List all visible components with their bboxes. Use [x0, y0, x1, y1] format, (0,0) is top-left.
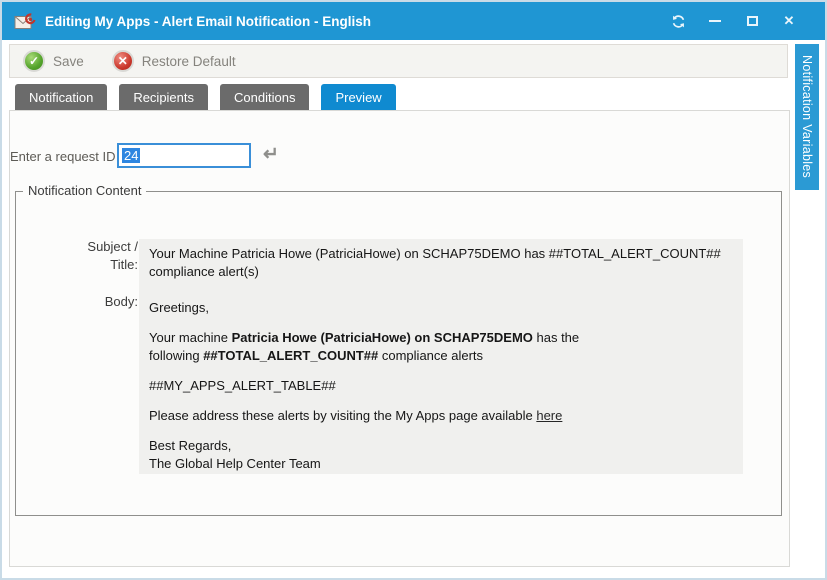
close-button[interactable]: ✕ — [781, 13, 797, 29]
body-machine-line1: Your machine Patricia Howe (PatriciaHowe… — [149, 329, 733, 347]
close-icon: ✕ — [784, 13, 795, 29]
tab-notification[interactable]: Notification — [15, 84, 107, 110]
body-alert-count-variable: ##TOTAL_ALERT_COUNT## — [203, 348, 378, 363]
subject-label-line2: Title: — [46, 256, 138, 274]
window-title: Editing My Apps - Alert Email Notificati… — [45, 14, 371, 29]
restore-default-button-label: Restore Default — [142, 54, 236, 69]
body-cta: Please address these alerts by visiting … — [149, 407, 733, 425]
tab-conditions[interactable]: Conditions — [220, 84, 309, 110]
tab-recipients[interactable]: Recipients — [119, 84, 208, 110]
notification-content-legend: Notification Content — [23, 183, 146, 198]
save-button-label: Save — [53, 54, 84, 69]
tab-recipients-label: Recipients — [133, 90, 194, 105]
return-key-icon[interactable]: ↵ — [263, 143, 279, 166]
subject-title-label: Subject / Title: — [46, 238, 138, 274]
body-text: following — [149, 348, 203, 363]
body-text: Please address these alerts by visiting … — [149, 408, 536, 423]
titlebar: Editing My Apps - Alert Email Notificati… — [2, 2, 825, 40]
tab-preview[interactable]: Preview — [321, 84, 395, 110]
restore-x-icon: ✕ — [112, 50, 134, 72]
restore-default-button[interactable]: ✕ Restore Default — [112, 50, 236, 72]
toolbar: ✓ Save ✕ Restore Default — [9, 44, 788, 78]
body-signoff: Best Regards, The Global Help Center Tea… — [149, 437, 733, 473]
window-controls: ✕ — [670, 13, 813, 29]
body-machine-line2: following ##TOTAL_ALERT_COUNT## complian… — [149, 347, 733, 365]
tab-preview-label: Preview — [335, 90, 381, 105]
app-envelope-icon — [14, 13, 36, 30]
request-id-input[interactable]: 24 — [117, 143, 251, 168]
body-signoff-line1: Best Regards, — [149, 437, 733, 455]
tab-notification-label: Notification — [29, 90, 93, 105]
body-greeting: Greetings, — [149, 299, 733, 317]
body-text: compliance alerts — [378, 348, 483, 363]
save-button[interactable]: ✓ Save — [23, 50, 84, 72]
notification-variables-tab[interactable]: Notification Variables — [795, 44, 819, 190]
request-id-label: Enter a request ID t — [10, 149, 123, 164]
maximize-button[interactable] — [744, 13, 760, 29]
refresh-button[interactable] — [670, 13, 686, 29]
save-check-icon: ✓ — [23, 50, 45, 72]
window: Editing My Apps - Alert Email Notificati… — [0, 0, 827, 580]
request-id-selected-text: 24 — [122, 148, 140, 163]
body-signoff-line2: The Global Help Center Team — [149, 455, 733, 473]
refresh-icon — [671, 14, 686, 29]
notification-content-group: Notification Content Subject / Title: Yo… — [15, 191, 782, 516]
maximize-icon — [747, 16, 758, 26]
subject-value: Your Machine Patricia Howe (PatriciaHowe… — [139, 239, 743, 287]
body-paragraph-machine: Your machine Patricia Howe (PatriciaHowe… — [149, 329, 733, 365]
tab-conditions-label: Conditions — [234, 90, 295, 105]
tab-bar: Notification Recipients Conditions Previ… — [15, 84, 396, 110]
body-alert-table-variable: ##MY_APPS_ALERT_TABLE## — [149, 377, 733, 395]
body-machine-name: Patricia Howe (PatriciaHowe) on SCHAP75D… — [232, 330, 533, 345]
body-value: Greetings, Your machine Patricia Howe (P… — [139, 287, 743, 474]
minimize-button[interactable] — [707, 13, 723, 29]
subject-label-line1: Subject / — [46, 238, 138, 256]
body-text: Your machine — [149, 330, 232, 345]
body-label: Body: — [46, 293, 138, 311]
body-text: has the — [533, 330, 579, 345]
minimize-icon — [709, 20, 721, 22]
here-link[interactable]: here — [536, 408, 562, 423]
